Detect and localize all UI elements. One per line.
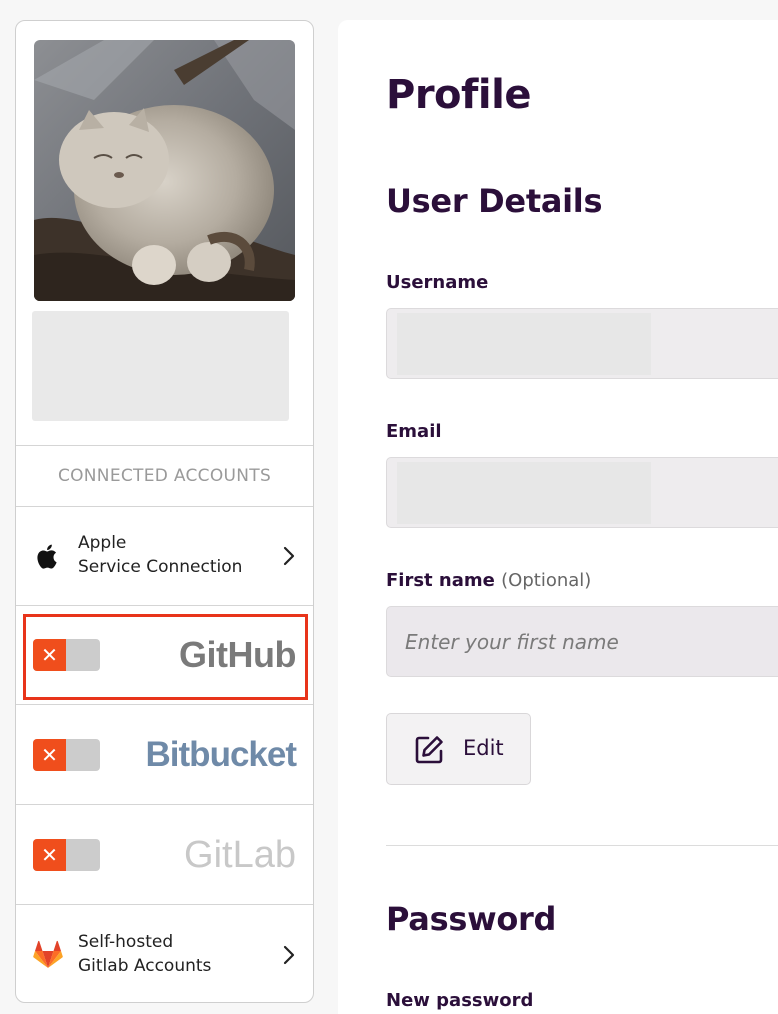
chevron-right-icon: [283, 945, 295, 965]
github-logo: GitHub: [179, 634, 296, 675]
page-title: Profile: [386, 72, 531, 118]
name-placeholder: [32, 311, 289, 421]
self-hosted-label-line1: Self-hosted: [78, 932, 174, 952]
gitlab-connection-row: ✕ GitLab: [16, 806, 313, 905]
edit-icon: [415, 736, 443, 764]
avatar[interactable]: [34, 40, 295, 301]
apple-icon: [37, 544, 57, 569]
new-password-label: New password: [386, 990, 534, 1011]
username-label: Username: [386, 272, 489, 293]
user-details-heading: User Details: [386, 182, 603, 220]
gitlab-fox-icon: [33, 940, 63, 968]
gitlab-toggle[interactable]: ✕: [33, 839, 100, 871]
profile-panel: Profile User Details Username Email Firs…: [338, 20, 778, 1014]
first-name-label: First name (Optional): [386, 570, 591, 591]
email-label: Email: [386, 421, 442, 442]
self-hosted-label-line2: Gitlab Accounts: [78, 956, 212, 976]
email-field[interactable]: [386, 457, 778, 528]
toggle-off-x-icon: ✕: [33, 639, 66, 671]
gitlab-logo: GitLab: [184, 834, 296, 876]
bitbucket-logo: Bitbucket: [145, 735, 297, 774]
avatar-image: [34, 40, 295, 301]
apple-label-line1: Apple: [78, 533, 127, 553]
self-hosted-gitlab-row[interactable]: Self-hosted Gitlab Accounts: [16, 906, 313, 1002]
toggle-off-x-icon: ✕: [33, 739, 66, 771]
toggle-off-x-icon: ✕: [33, 839, 66, 871]
connected-accounts-heading: CONNECTED ACCOUNTS: [16, 445, 313, 507]
chevron-right-icon: [283, 546, 295, 566]
edit-button-label: Edit: [463, 736, 504, 760]
username-field[interactable]: [386, 308, 778, 379]
section-divider: [386, 845, 778, 846]
first-name-input[interactable]: [387, 607, 778, 676]
first-name-label-text: First name: [386, 570, 495, 591]
account-sidebar: CONNECTED ACCOUNTS Apple Service Connect…: [15, 20, 314, 1003]
first-name-field-wrapper: [386, 606, 778, 677]
github-toggle[interactable]: ✕: [33, 639, 100, 671]
email-value-placeholder: [397, 462, 651, 524]
optional-hint: (Optional): [501, 570, 592, 591]
bitbucket-toggle[interactable]: ✕: [33, 739, 100, 771]
password-heading: Password: [386, 900, 557, 938]
edit-button[interactable]: Edit: [386, 713, 531, 785]
github-connection-row: ✕ GitHub: [16, 606, 313, 705]
apple-label-line2: Service Connection: [78, 557, 243, 577]
apple-connection-row[interactable]: Apple Service Connection: [16, 507, 313, 606]
bitbucket-connection-row: ✕ Bitbucket: [16, 706, 313, 805]
username-value-placeholder: [397, 313, 651, 375]
